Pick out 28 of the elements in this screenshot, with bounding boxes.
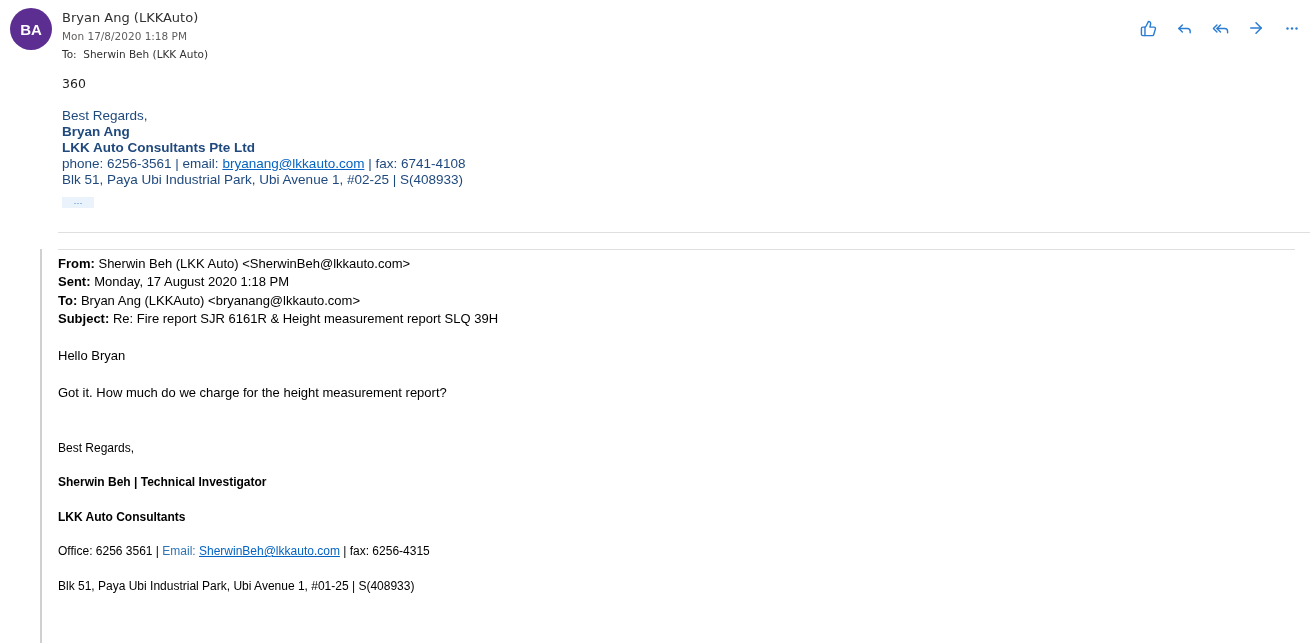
recipient-line: To: Sherwin Beh (LKK Auto) bbox=[62, 47, 209, 62]
thumbs-up-icon bbox=[1139, 19, 1157, 37]
signature-line: Blk 51, Paya Ubi Industrial Park, Ubi Avenue 1, #02-25 | S(408933) bbox=[62, 172, 463, 188]
header-field: Subject: Re: Fire report SJR 6161R & Height measurement report SLQ 39H bbox=[58, 310, 1295, 329]
show-more-button[interactable]: ··· bbox=[62, 197, 94, 208]
signature-line: phone: 6256-3561 | email: bryanang@lkkauto.com | fax: 6741-4108 bbox=[62, 156, 466, 172]
header-field: To: Bryan Ang (LKKAuto) <bryanang@lkkauto.com> bbox=[58, 291, 1295, 310]
more-icon bbox=[1286, 26, 1298, 30]
forward-icon bbox=[1247, 19, 1265, 37]
signature-line: Bryan Ang bbox=[62, 124, 130, 140]
signature-line: LKK Auto Consultants Pte Ltd bbox=[62, 140, 255, 156]
sign-off: Best Regards, bbox=[58, 439, 136, 457]
quoted-body: Got it. How much do we charge for the height measurement report? bbox=[58, 384, 448, 402]
header-field: From: Sherwin Beh (LKK Auto) <SherwinBeh@lkkauto.com> bbox=[58, 254, 1295, 273]
message-body: 360 bbox=[62, 76, 86, 91]
address: Blk 51, Paya Ubi Industrial Park, Ubi Avenue 1, #01-25 | S(408933) bbox=[58, 577, 416, 595]
sender-title: Sherwin Beh | Technical Investigator bbox=[58, 474, 268, 491]
like-button[interactable] bbox=[1138, 18, 1158, 38]
signature-line: Best Regards, bbox=[62, 108, 148, 124]
email-link[interactable]: SherwinBeh@lkkauto.com bbox=[199, 544, 340, 558]
sender-name: Bryan Ang (LKKAuto) bbox=[62, 9, 199, 27]
email-link[interactable]: bryanang@lkkauto.com bbox=[222, 156, 365, 171]
header-field: Sent: Monday, 17 August 2020 1:18 PM bbox=[58, 273, 1295, 292]
sent-date: Mon 17/8/2020 1:18 PM bbox=[62, 29, 187, 44]
greeting: Hello Bryan bbox=[58, 346, 127, 365]
company-name: LKK Auto Consultants bbox=[58, 508, 187, 526]
contact-line: Office: 6256 3561 | Email: SherwinBeh@lkkauto.com | fax: 6256-4315 bbox=[58, 543, 431, 560]
avatar: BA bbox=[10, 8, 52, 50]
